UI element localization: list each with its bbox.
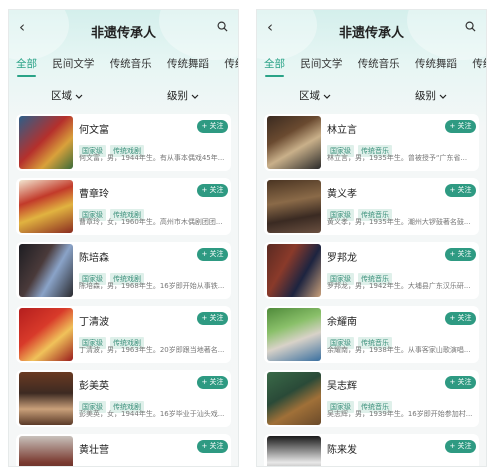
filter-bar: 区域 级别: [9, 85, 238, 105]
inheritor-photo: [267, 436, 321, 466]
category-tabs: 全部 民间文学 传统音乐 传统舞蹈 传统戏剧: [16, 56, 238, 77]
level-filter-label: 级别: [415, 90, 436, 102]
chevron-down-icon: [323, 94, 331, 99]
level-filter[interactable]: 级别: [415, 88, 447, 103]
tab-folk-literature[interactable]: 民间文学: [300, 56, 342, 71]
follow-button[interactable]: + 关注: [197, 184, 228, 197]
inheritor-desc: 黄义孝，男，1935年生。潮州大锣鼓著名鼓...: [327, 218, 471, 226]
inheritor-card[interactable]: 陈培森 国家级 传统戏剧 陈培森，男，1968年生。16岁即开始从事铁... + …: [16, 242, 231, 299]
region-filter[interactable]: 区域: [51, 88, 83, 103]
inheritor-photo: [19, 372, 73, 425]
inheritor-card[interactable]: 丁清波 国家级 传统戏剧 丁清波，男，1963年生。20岁即跟当地著名... + …: [16, 306, 231, 363]
inheritor-desc: 余耀南，男，1938年生。从事客家山歌演唱...: [327, 346, 471, 354]
chevron-down-icon: [439, 94, 447, 99]
inheritor-name: 林立言: [327, 125, 357, 136]
inheritor-desc: 曹章玲，女，1960年生。高州市木偶剧团团...: [79, 218, 223, 226]
inheritor-card[interactable]: 彭美英 国家级 传统戏剧 彭美英，女，1944年生。16岁毕业于汕头戏... + …: [16, 370, 231, 427]
region-filter-label: 区域: [299, 90, 320, 102]
inheritor-photo: [19, 244, 73, 297]
inheritor-photo: [267, 244, 321, 297]
region-filter[interactable]: 区域: [299, 88, 331, 103]
inheritor-photo: [19, 308, 73, 361]
level-filter-label: 级别: [167, 90, 188, 102]
follow-button[interactable]: + 关注: [197, 248, 228, 261]
inheritor-photo: [19, 180, 73, 233]
follow-button[interactable]: + 关注: [445, 248, 476, 261]
inheritor-desc: 何文富，男，1944年生。有从事本偶戏45年...: [79, 154, 225, 162]
inheritor-name: 陈培森: [79, 253, 109, 264]
follow-button[interactable]: + 关注: [445, 376, 476, 389]
phone-screen-right: ‹ 非遗传承人 全部 民间文学 传统音乐 传统舞蹈 传统戏剧 区域 级别 林立言…: [256, 9, 487, 467]
filter-bar: 区域 级别: [257, 85, 486, 105]
inheritor-name: 吴志辉: [327, 381, 357, 392]
inheritor-photo: [267, 116, 321, 169]
inheritor-card[interactable]: 曹章玲 国家级 传统戏剧 曹章玲，女，1960年生。高州市木偶剧团团... + 关…: [16, 178, 231, 235]
tab-traditional-music[interactable]: 传统音乐: [358, 56, 400, 71]
inheritor-name: 余耀南: [327, 317, 357, 328]
search-icon[interactable]: [465, 21, 476, 32]
inheritor-name: 曹章玲: [79, 189, 109, 200]
inheritor-desc: 吴志辉，男，1939年生。16岁即开始参加村...: [327, 410, 473, 418]
page-title: 非遗传承人: [338, 26, 404, 41]
inheritor-photo: [267, 372, 321, 425]
inheritor-card[interactable]: 陈来发 + 关注: [264, 434, 479, 466]
inheritor-desc: 林立言，男，1935年生。曾被授予“广东省...: [327, 154, 468, 162]
phone-screen-left: ‹ 非遗传承人 全部 民间文学 传统音乐 传统舞蹈 传统戏剧 区域 级别 何文富…: [8, 9, 239, 467]
inheritor-desc: 丁清波，男，1963年生。20岁即跟当地著名...: [79, 346, 225, 354]
follow-button[interactable]: + 关注: [197, 120, 228, 133]
inheritor-list: 林立言 国家级 传统音乐 林立言，男，1935年生。曾被授予“广东省... + 关…: [264, 114, 479, 466]
inheritor-name: 何文富: [79, 125, 109, 136]
inheritor-desc: 罗邦龙，男，1942年生。大埔县广东汉乐研...: [327, 282, 471, 290]
inheritor-card[interactable]: 林立言 国家级 传统音乐 林立言，男，1935年生。曾被授予“广东省... + 关…: [264, 114, 479, 171]
inheritor-desc: 彭美英，女，1944年生。16岁毕业于汕头戏...: [79, 410, 225, 418]
tab-traditional-dance[interactable]: 传统舞蹈: [415, 56, 457, 71]
follow-button[interactable]: + 关注: [197, 312, 228, 325]
inheritor-photo: [19, 116, 73, 169]
inheritor-name: 罗邦龙: [327, 253, 357, 264]
inheritor-card[interactable]: 余耀南 国家级 传统音乐 余耀南，男，1938年生。从事客家山歌演唱... + 关…: [264, 306, 479, 363]
level-filter[interactable]: 级别: [167, 88, 199, 103]
tab-all[interactable]: 全部: [264, 56, 285, 77]
follow-button[interactable]: + 关注: [197, 440, 228, 453]
inheritor-photo: [267, 180, 321, 233]
inheritor-card[interactable]: 何文富 国家级 传统戏剧 何文富，男，1944年生。有从事本偶戏45年... + …: [16, 114, 231, 171]
inheritor-name: 陈来发: [327, 445, 357, 456]
region-filter-label: 区域: [51, 90, 72, 102]
page-title: 非遗传承人: [90, 26, 156, 41]
follow-button[interactable]: + 关注: [445, 312, 476, 325]
inheritor-card[interactable]: 罗邦龙 国家级 传统音乐 罗邦龙，男，1942年生。大埔县广东汉乐研... + 关…: [264, 242, 479, 299]
category-tabs: 全部 民间文学 传统音乐 传统舞蹈 传统戏剧: [264, 56, 486, 77]
follow-button[interactable]: + 关注: [445, 440, 476, 453]
app-header: ‹ 非遗传承人: [9, 10, 238, 48]
inheritor-desc: 陈培森，男，1968年生。16岁即开始从事铁...: [79, 282, 225, 290]
tab-folk-literature[interactable]: 民间文学: [52, 56, 94, 71]
inheritor-photo: [19, 436, 73, 466]
inheritor-card[interactable]: 黄义孝 国家级 传统音乐 黄义孝，男，1935年生。潮州大锣鼓著名鼓... + 关…: [264, 178, 479, 235]
tab-traditional-drama[interactable]: 传统戏剧: [472, 56, 486, 71]
chevron-down-icon: [191, 94, 199, 99]
follow-button[interactable]: + 关注: [445, 184, 476, 197]
follow-button[interactable]: + 关注: [197, 376, 228, 389]
inheritor-list: 何文富 国家级 传统戏剧 何文富，男，1944年生。有从事本偶戏45年... + …: [16, 114, 231, 466]
tab-traditional-drama[interactable]: 传统戏剧: [224, 56, 238, 71]
inheritor-name: 彭美英: [79, 381, 109, 392]
follow-button[interactable]: + 关注: [445, 120, 476, 133]
inheritor-card[interactable]: 黄壮营 + 关注: [16, 434, 231, 466]
chevron-down-icon: [75, 94, 83, 99]
inheritor-name: 黄壮营: [79, 445, 109, 456]
app-header: ‹ 非遗传承人: [257, 10, 486, 48]
search-icon[interactable]: [217, 21, 228, 32]
inheritor-card[interactable]: 吴志辉 国家级 传统音乐 吴志辉，男，1939年生。16岁即开始参加村... + …: [264, 370, 479, 427]
inheritor-name: 黄义孝: [327, 189, 357, 200]
tab-traditional-music[interactable]: 传统音乐: [110, 56, 152, 71]
tab-traditional-dance[interactable]: 传统舞蹈: [167, 56, 209, 71]
tab-all[interactable]: 全部: [16, 56, 37, 77]
inheritor-photo: [267, 308, 321, 361]
inheritor-name: 丁清波: [79, 317, 109, 328]
